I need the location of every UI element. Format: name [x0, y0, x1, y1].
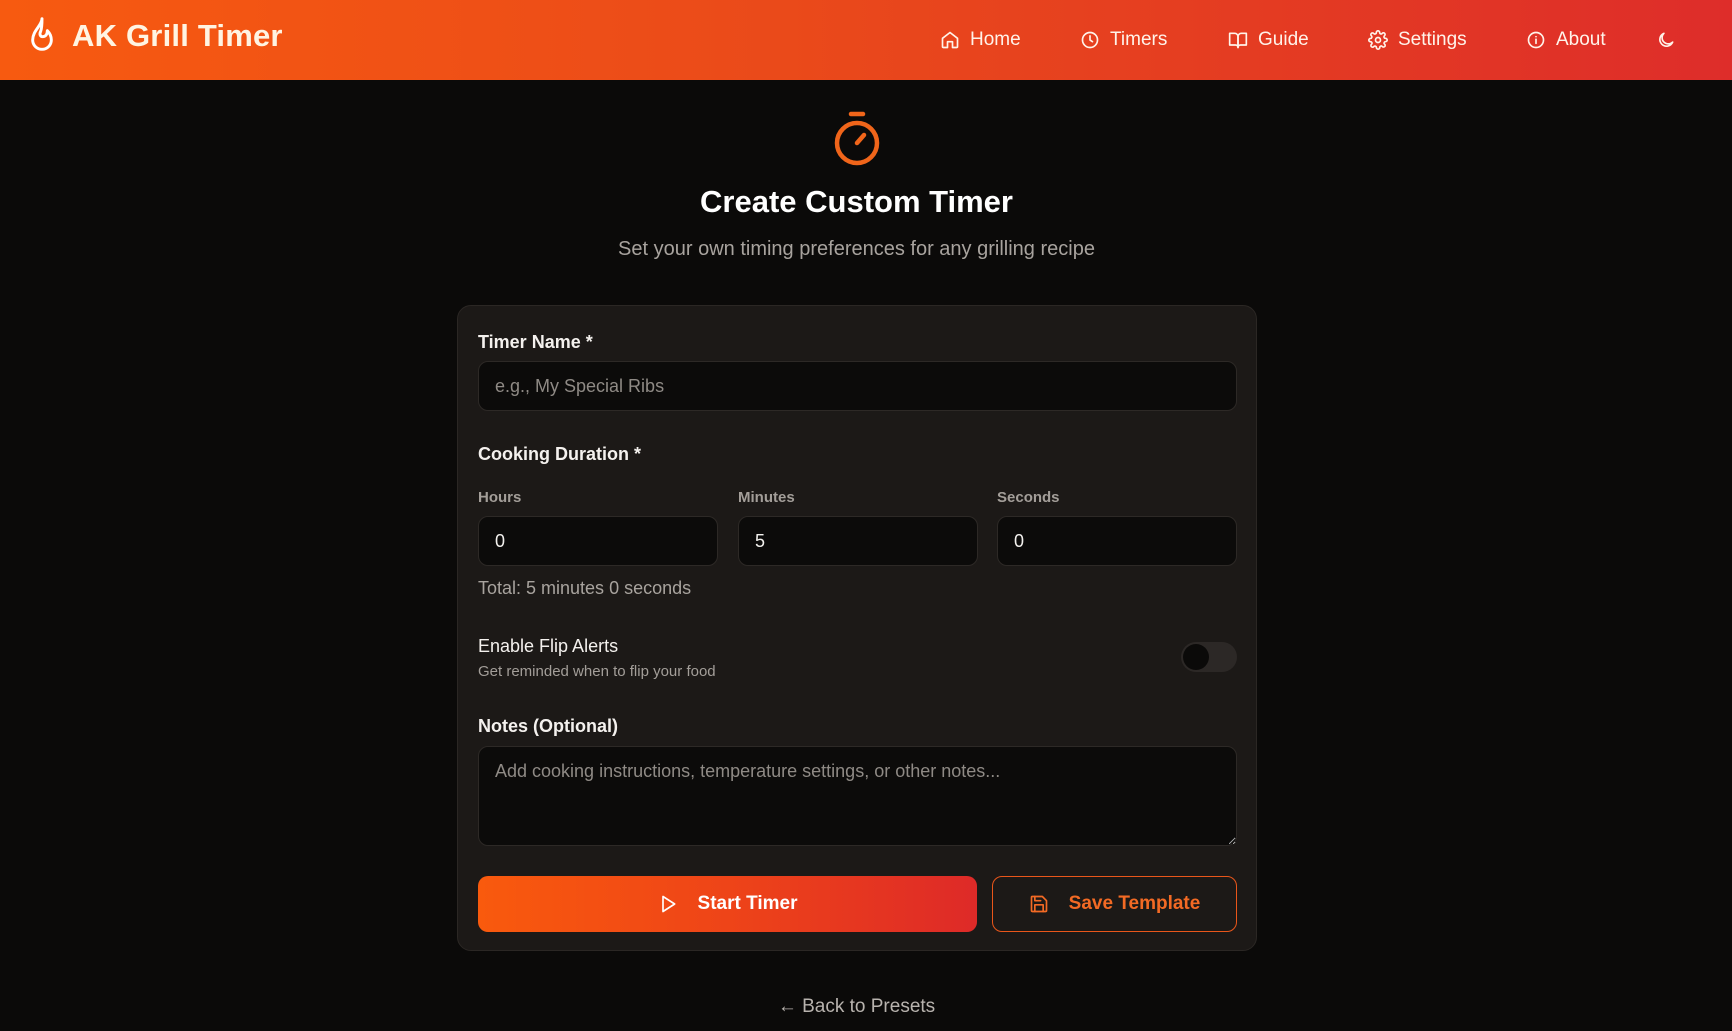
app-header: AK Grill Timer Home Timers Guide Setting… [0, 0, 1732, 80]
save-icon [1030, 895, 1048, 913]
total-duration-text: Total: 5 minutes 0 seconds [478, 578, 692, 598]
save-template-label: Save Template [1068, 893, 1201, 914]
nav-settings[interactable]: Settings [1368, 22, 1467, 58]
app-title: AK Grill Timer [72, 18, 283, 53]
clock-icon [1081, 31, 1099, 49]
gear-icon [1368, 30, 1388, 50]
nav-home-label: Home [970, 29, 1021, 50]
minutes-label: Minutes [738, 489, 795, 506]
seconds-label: Seconds [997, 489, 1060, 506]
theme-toggle-button[interactable] [1656, 22, 1686, 58]
flip-alerts-description: Get reminded when to flip your food [478, 663, 716, 680]
nav-about-label: About [1556, 29, 1606, 50]
page-subtitle: Set your own timing preferences for any … [618, 238, 1095, 260]
hours-label: Hours [478, 489, 522, 506]
save-template-button[interactable]: Save Template [992, 876, 1237, 932]
notes-textarea[interactable] [478, 746, 1237, 846]
book-icon [1228, 32, 1248, 49]
home-icon [941, 31, 959, 49]
back-to-presets-link[interactable]: ← Back to Presets [0, 996, 1713, 1018]
nav-timers[interactable]: Timers [1080, 22, 1167, 58]
cooking-duration-label: Cooking Duration * [478, 444, 641, 464]
toggle-knob [1183, 644, 1209, 670]
brand[interactable]: AK Grill Timer [26, 16, 283, 56]
nav-about[interactable]: About [1526, 22, 1606, 58]
notes-label: Notes (Optional) [478, 716, 618, 736]
start-timer-label: Start Timer [697, 893, 798, 914]
seconds-input[interactable] [997, 516, 1237, 566]
hours-input[interactable] [478, 516, 718, 566]
custom-timer-form: Timer Name * Cooking Duration * Hours Mi… [457, 305, 1257, 951]
moon-icon [1659, 32, 1674, 47]
nav-timers-label: Timers [1110, 29, 1168, 50]
timer-name-input[interactable] [478, 361, 1237, 411]
page-title: Create Custom Timer [700, 184, 1013, 219]
stopwatch-icon [834, 111, 880, 166]
minutes-input[interactable] [738, 516, 978, 566]
start-timer-button[interactable]: Start Timer [478, 876, 977, 932]
nav-settings-label: Settings [1398, 29, 1467, 50]
flip-alerts-toggle[interactable] [1181, 642, 1237, 672]
play-icon [661, 895, 676, 913]
timer-name-label: Timer Name * [478, 332, 593, 352]
flip-alerts-title: Enable Flip Alerts [478, 636, 619, 656]
nav-guide[interactable]: Guide [1228, 22, 1309, 58]
flame-icon [31, 17, 53, 51]
nav-home[interactable]: Home [940, 22, 1021, 58]
nav-guide-label: Guide [1258, 29, 1309, 50]
info-icon [1527, 31, 1545, 49]
